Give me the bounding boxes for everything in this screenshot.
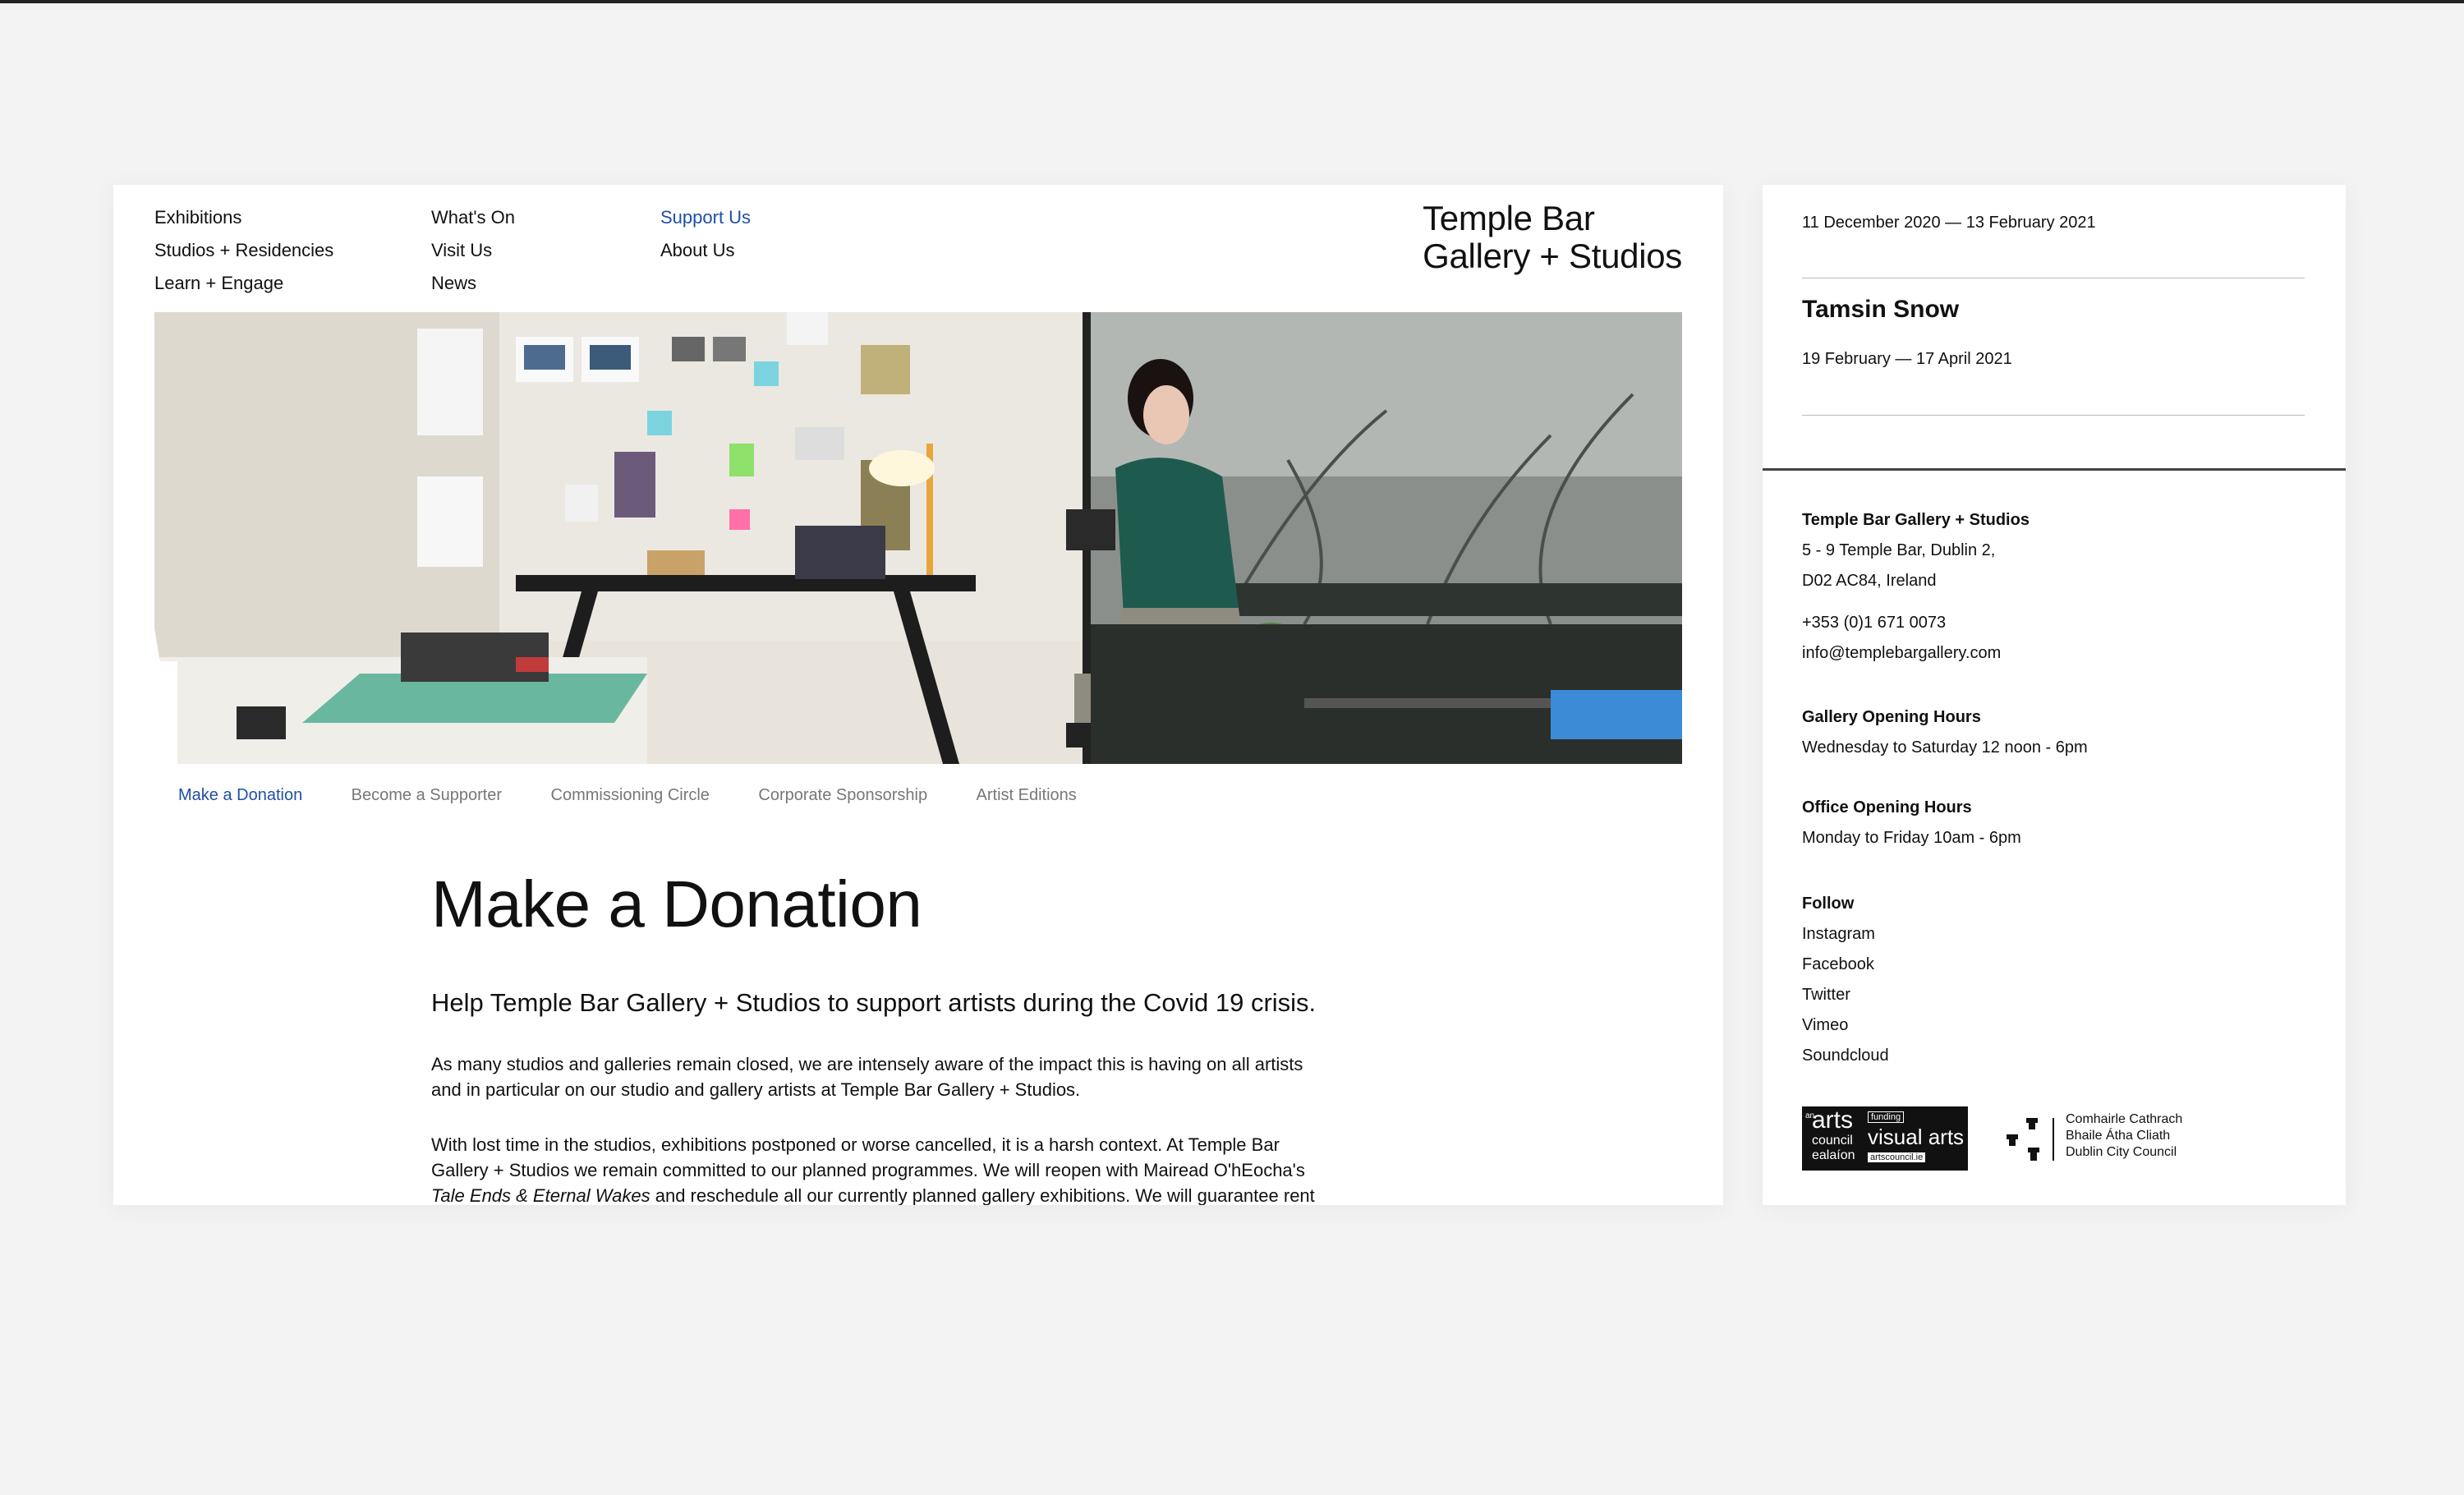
- office-hours-heading: Office Opening Hours: [1802, 798, 1972, 816]
- nav-about-us[interactable]: About Us: [660, 234, 751, 267]
- nav-studios-residencies[interactable]: Studios + Residencies: [154, 234, 333, 267]
- hero-corner-mask-2: [154, 661, 177, 764]
- lead-text: Help Temple Bar Gallery + Studios to sup…: [431, 988, 1317, 1017]
- main-panel: Exhibitions Studios + Residencies Learn …: [113, 185, 1723, 1205]
- nav-support-us[interactable]: Support Us: [660, 201, 751, 234]
- paragraph-2-a: With lost time in the studios, exhibitio…: [431, 1134, 1305, 1180]
- nav-exhibitions[interactable]: Exhibitions: [154, 201, 333, 234]
- follow-soundcloud[interactable]: Soundcloud: [1802, 1041, 1889, 1071]
- site-logo[interactable]: Temple Bar Gallery + Studios: [1423, 200, 1682, 275]
- paragraph-1: As many studios and galleries remain clo…: [431, 1054, 1303, 1100]
- hero-image: [154, 312, 1682, 764]
- sidebar-divider: [1763, 468, 2346, 471]
- page-title: Make a Donation: [431, 867, 922, 941]
- org-name: Temple Bar Gallery + Studios: [1802, 511, 2030, 529]
- nav-news[interactable]: News: [431, 267, 515, 300]
- sidebar-panel: 11 December 2020 — 13 February 2021 Tams…: [1763, 185, 2346, 1205]
- office-hours: Office Opening Hours Monday to Friday 10…: [1802, 793, 2021, 853]
- email-link[interactable]: info@templebargallery.com: [1802, 638, 2030, 669]
- subnav-artist-editions[interactable]: Artist Editions: [977, 786, 1077, 805]
- nav-whats-on[interactable]: What's On: [431, 201, 515, 234]
- address-line-2: D02 AC84, Ireland: [1802, 572, 1937, 590]
- dublin-city-council-logo[interactable]: Comhairle Cathrach Bhaile Átha Cliath Du…: [2003, 1111, 2200, 1169]
- castle-icon: [2007, 1118, 2054, 1161]
- contact-info: Temple Bar Gallery + Studios 5 - 9 Templ…: [1802, 505, 2030, 669]
- nav-column-3: Support Us About Us: [660, 201, 751, 267]
- subnav-become-supporter[interactable]: Become a Supporter: [352, 786, 502, 805]
- event-2-title[interactable]: Tamsin Snow: [1802, 296, 1959, 324]
- nav-column-1: Exhibitions Studios + Residencies Learn …: [154, 201, 333, 300]
- gallery-hours: Gallery Opening Hours Wednesday to Satur…: [1802, 702, 2088, 763]
- follow-instagram[interactable]: Instagram: [1802, 919, 1889, 950]
- follow-twitter[interactable]: Twitter: [1802, 980, 1889, 1010]
- council-name-english: Dublin City Council: [2066, 1145, 2177, 1159]
- exhibition-title[interactable]: Tale Ends & Eternal Wakes: [431, 1185, 650, 1205]
- subnav-make-donation[interactable]: Make a Donation: [178, 786, 302, 805]
- follow-links: Follow Instagram Facebook Twitter Vimeo …: [1802, 889, 1889, 1071]
- arts-council-logo[interactable]: an arts council ealaíon funding visual a…: [1802, 1106, 1968, 1171]
- event-2-date: 19 February — 17 April 2021: [1802, 350, 2012, 368]
- address-line-1: 5 - 9 Temple Bar, Dublin 2,: [1802, 541, 1996, 559]
- phone-number[interactable]: +353 (0)1 671 0073: [1802, 608, 2030, 638]
- subnav-commissioning-circle[interactable]: Commissioning Circle: [551, 786, 710, 805]
- council-name-irish-1: Comhairle Cathrach: [2066, 1112, 2183, 1126]
- sidebar-rule-2: [1802, 415, 2305, 416]
- follow-vimeo[interactable]: Vimeo: [1802, 1010, 1889, 1041]
- logo-line-1: Temple Bar: [1423, 199, 1595, 237]
- nav-learn-engage[interactable]: Learn + Engage: [154, 267, 333, 300]
- event-1-date: 11 December 2020 — 13 February 2021: [1802, 214, 2096, 232]
- nav-visit-us[interactable]: Visit Us: [431, 234, 515, 267]
- gallery-hours-heading: Gallery Opening Hours: [1802, 708, 1981, 726]
- follow-heading: Follow: [1802, 895, 1855, 913]
- follow-facebook[interactable]: Facebook: [1802, 950, 1889, 980]
- gallery-hours-text: Wednesday to Saturday 12 noon - 6pm: [1802, 738, 2088, 757]
- top-border: [0, 0, 2464, 3]
- subnav-corporate-sponsorship[interactable]: Corporate Sponsorship: [758, 786, 927, 805]
- paragraph-2-b: and reschedule all our currently planned…: [655, 1185, 1315, 1205]
- logo-line-2: Gallery + Studios: [1423, 237, 1682, 275]
- paragraph-2: With lost time in the studios, exhibitio…: [431, 1132, 1326, 1205]
- office-hours-text: Monday to Friday 10am - 6pm: [1802, 829, 2021, 847]
- council-name-irish-2: Bhaile Átha Cliath: [2066, 1129, 2171, 1143]
- nav-column-2: What's On Visit Us News: [431, 201, 515, 300]
- support-subnav: Make a Donation Become a Supporter Commi…: [178, 786, 1122, 805]
